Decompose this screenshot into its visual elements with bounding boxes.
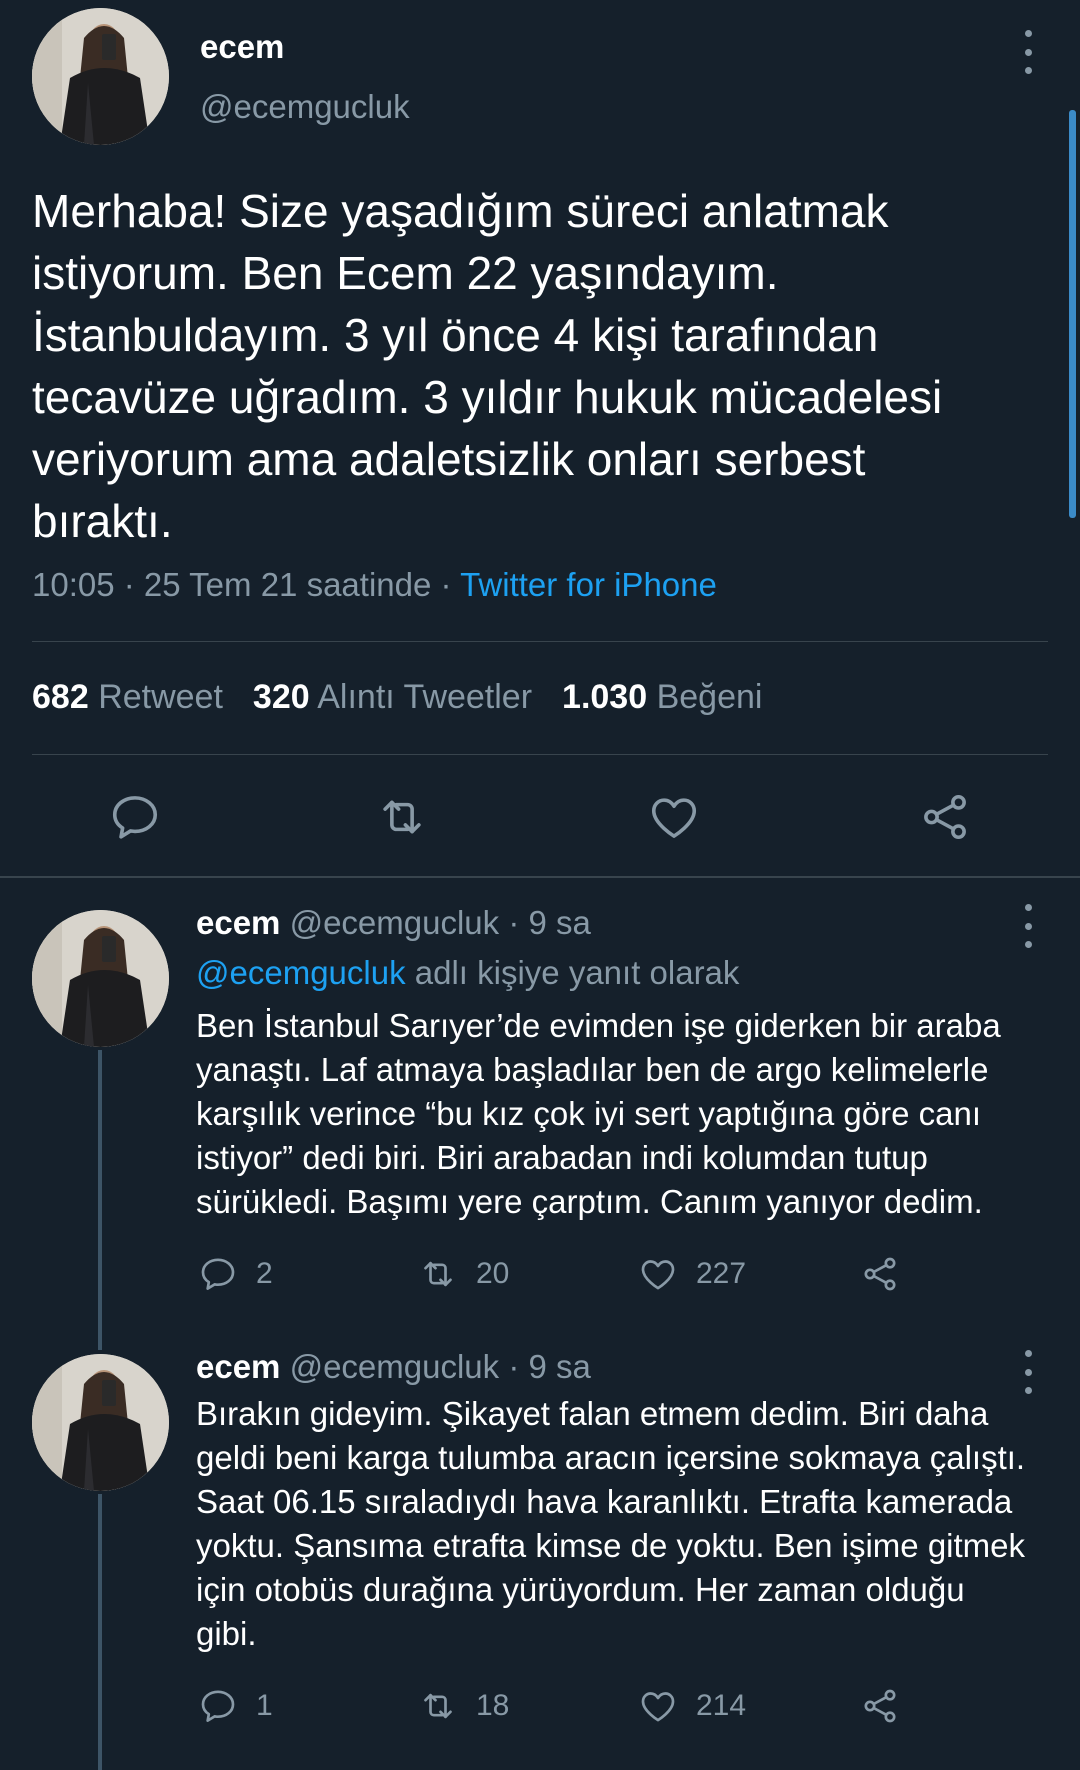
like-action[interactable]: 214 [638, 1686, 746, 1726]
avatar-image [32, 8, 169, 145]
retweet-action[interactable]: 18 [418, 1686, 509, 1726]
share-icon [864, 1689, 896, 1723]
more-icon[interactable] [1018, 904, 1038, 948]
divider [0, 876, 1080, 878]
retweet-count: 18 [476, 1689, 510, 1722]
author-meta: @ecemgucluk · 9 sa [289, 1348, 591, 1385]
thread-line [98, 1050, 102, 1350]
like-count: 227 [696, 1257, 747, 1290]
like-icon[interactable] [647, 790, 701, 844]
retweet-action[interactable]: 20 [418, 1254, 509, 1294]
avatar[interactable] [32, 1354, 169, 1491]
quotes-stat[interactable]: 320 Alıntı Tweetler [253, 678, 532, 716]
likes-stat[interactable]: 1.030 Beğeni [562, 678, 762, 716]
quotes-label: Alıntı Tweetler [317, 678, 533, 716]
reply-header: ecem @ecemgucluk · 9 sa [196, 1348, 591, 1386]
share-action[interactable] [860, 1254, 900, 1294]
reply-text: Ben İstanbul Sarıyer’de evimden işe gide… [196, 1007, 1001, 1220]
author-meta: @ecemgucluk · 9 sa [289, 904, 591, 941]
reply-action[interactable]: 2 [198, 1254, 273, 1294]
reply-icon[interactable] [108, 790, 162, 844]
share-action[interactable] [860, 1686, 900, 1726]
tweet-timestamp: 10:05 · 25 Tem 21 saatinde · [32, 566, 461, 603]
quotes-count: 320 [252, 678, 310, 716]
author-name[interactable]: ecem [196, 1348, 280, 1385]
reply-action[interactable]: 1 [198, 1686, 273, 1726]
retweet-count: 20 [476, 1257, 510, 1290]
like-count: 214 [696, 1689, 747, 1722]
avatar[interactable] [32, 8, 169, 145]
tweet-source[interactable]: Twitter for iPhone [460, 566, 717, 603]
tweet-text: Merhaba! Size yaşadığım süreci anlatmak … [32, 185, 943, 547]
reply-icon [201, 1690, 235, 1722]
retweet-icon [424, 1693, 452, 1719]
scrollbar[interactable] [1069, 110, 1076, 518]
reply-to-mention[interactable]: @ecemgucluk [196, 954, 406, 991]
retweets-stat[interactable]: 682 Retweet [32, 678, 223, 716]
retweets-count: 682 [32, 678, 89, 716]
more-icon[interactable] [1018, 1350, 1038, 1394]
reply-header: ecem @ecemgucluk · 9 sa [196, 904, 591, 942]
retweet-icon [424, 1261, 452, 1287]
reply-to-label: adlı kişiye yanıt olarak [405, 954, 740, 991]
author-name[interactable]: ecem [196, 904, 280, 941]
reply-text: Bırakın gideyim. Şikayet falan etmem ded… [196, 1395, 1026, 1652]
tweet-meta: 10:05 · 25 Tem 21 saatinde · Twitter for… [32, 566, 717, 604]
reply-icon [201, 1258, 235, 1290]
reply-count: 1 [256, 1689, 273, 1722]
author-name[interactable]: ecem [200, 28, 284, 66]
like-action[interactable]: 227 [638, 1254, 746, 1294]
likes-label: Beğeni [656, 678, 763, 716]
retweet-icon[interactable] [375, 790, 429, 844]
likes-count: 1.030 [562, 678, 648, 716]
avatar-image [32, 1354, 169, 1491]
retweets-label: Retweet [98, 678, 223, 716]
tweet-stats: 682 Retweet 320 Alıntı Tweetler 1.030 Beğe… [32, 678, 762, 717]
reply-count: 2 [256, 1257, 273, 1290]
like-icon [641, 1260, 675, 1290]
more-icon[interactable] [1018, 30, 1038, 74]
share-icon[interactable] [918, 790, 972, 844]
like-icon [641, 1692, 675, 1722]
avatar[interactable] [32, 910, 169, 1047]
thread-line [98, 1494, 102, 1770]
reply-to: @ecemgucluk adlı kişiye yanıt olarak [196, 954, 739, 992]
divider [32, 754, 1048, 755]
avatar-image [32, 910, 169, 1047]
share-icon [864, 1257, 896, 1291]
author-handle[interactable]: @ecemgucluk [200, 88, 410, 126]
divider [32, 641, 1048, 642]
